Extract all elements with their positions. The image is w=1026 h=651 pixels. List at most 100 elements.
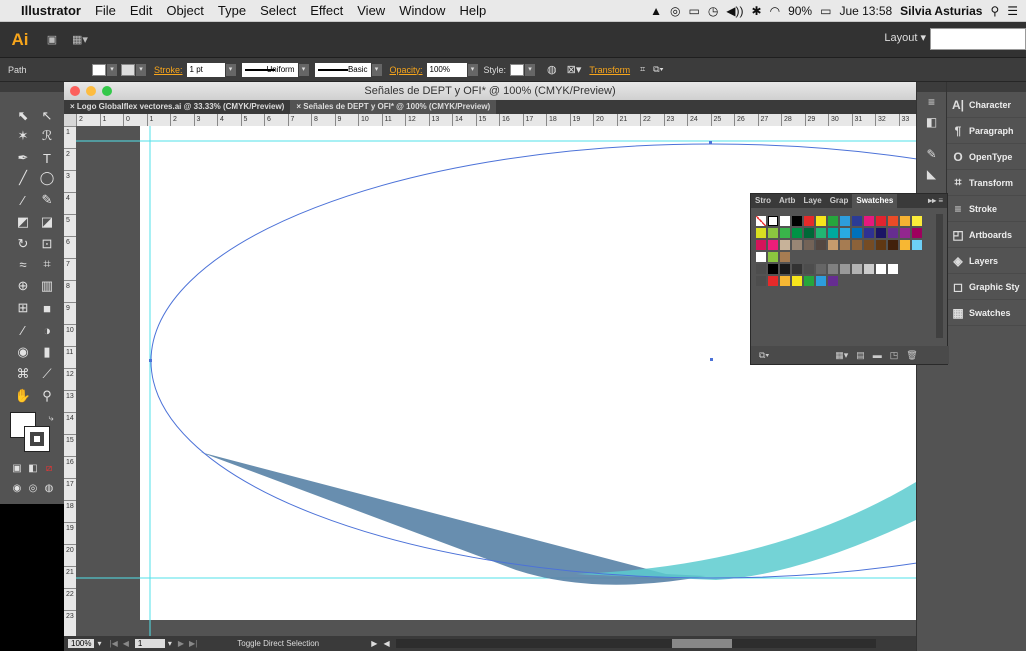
vertical-ruler[interactable]: 1 2 3 4 5 6 7 8 9 10 11 12 13 14 15 16 17 18 19 20 21 22 23 bbox=[64, 126, 76, 636]
zoom-window-button[interactable] bbox=[102, 86, 112, 96]
stroke-weight-field[interactable]: 1 pt bbox=[186, 62, 225, 77]
airdrop-icon[interactable]: ◎ bbox=[670, 4, 680, 18]
opacity-dropdown[interactable]: ▾ bbox=[467, 63, 478, 76]
align-icon[interactable]: ⊠▾ bbox=[567, 63, 582, 76]
search-input[interactable] bbox=[930, 28, 1026, 50]
pathfinder-panel-icon[interactable]: ◧ bbox=[917, 112, 946, 132]
color-swatch[interactable] bbox=[804, 228, 814, 238]
color-swatch[interactable] bbox=[876, 228, 886, 238]
color-swatch[interactable] bbox=[780, 240, 790, 250]
bluetooth-icon[interactable]: ✱ bbox=[752, 4, 762, 18]
brush-definition[interactable]: Basic bbox=[314, 62, 371, 77]
color-swatch[interactable] bbox=[792, 216, 802, 226]
bridge-icon[interactable]: ▣ bbox=[42, 32, 62, 48]
color-swatch[interactable] bbox=[756, 228, 766, 238]
status-menu-icon[interactable]: ▶ bbox=[371, 639, 377, 648]
battery-percent[interactable]: 90% bbox=[788, 4, 812, 18]
artboards-tab[interactable]: Artb bbox=[775, 194, 799, 208]
new-swatch-icon[interactable]: ◳ bbox=[890, 350, 899, 361]
menu-file[interactable]: File bbox=[88, 3, 123, 18]
shape-builder-tool-icon[interactable]: ⊕ bbox=[12, 276, 34, 296]
menu-view[interactable]: View bbox=[350, 3, 392, 18]
blend-tool-icon[interactable]: ◑ bbox=[36, 320, 58, 340]
color-swatch[interactable] bbox=[804, 216, 814, 226]
show-kinds-icon[interactable]: ▦▾ bbox=[835, 350, 848, 361]
zoom-dropdown-icon[interactable]: ▾ bbox=[97, 639, 101, 648]
magic-wand-tool-icon[interactable]: ✶ bbox=[12, 126, 34, 146]
horizontal-scrollbar[interactable] bbox=[395, 639, 876, 648]
minimize-window-button[interactable] bbox=[86, 86, 96, 96]
document-tab-active[interactable]: × Señales de DEPT y OFI* @ 100% (CMYK/Pr… bbox=[290, 100, 497, 114]
color-swatch[interactable] bbox=[840, 264, 850, 274]
color-swatch[interactable] bbox=[792, 228, 802, 238]
color-swatch[interactable] bbox=[864, 264, 874, 274]
time-machine-icon[interactable]: ◷ bbox=[708, 4, 718, 18]
color-swatch[interactable] bbox=[792, 264, 802, 274]
panels-header[interactable] bbox=[947, 82, 1026, 92]
first-artboard-icon[interactable]: |◀ bbox=[109, 639, 117, 648]
style-dropdown[interactable]: ▾ bbox=[525, 63, 536, 76]
swatch-options-icon[interactable]: ▤ bbox=[856, 350, 865, 361]
color-swatch[interactable] bbox=[768, 228, 778, 238]
wifi-icon[interactable]: ◠ bbox=[770, 4, 780, 18]
app-menu[interactable]: Illustrator bbox=[14, 3, 88, 18]
horizontal-ruler[interactable]: 2 1 0 1 2 3 4 5 6 7 8 9 10 11 12 13 14 15 16 17 18 19 20 21 22 23… bbox=[64, 114, 916, 126]
color-swatch[interactable] bbox=[780, 216, 790, 226]
eyedropper-tool-icon[interactable]: ⁄ bbox=[12, 320, 34, 340]
menu-object[interactable]: Object bbox=[159, 3, 211, 18]
new-color-group-icon[interactable]: ▬ bbox=[873, 350, 882, 360]
stroke-color-box[interactable] bbox=[24, 426, 50, 452]
perspective-grid-tool-icon[interactable]: ⊞ bbox=[12, 298, 34, 318]
paragraph-panel-button[interactable]: ¶ Paragraph bbox=[947, 118, 1026, 144]
stroke-panel-button[interactable]: ≡ Stroke bbox=[947, 196, 1026, 222]
color-swatch[interactable] bbox=[768, 240, 778, 250]
swap-fill-stroke-icon[interactable]: ⤷ bbox=[40, 408, 62, 428]
transform-link[interactable]: Transform bbox=[589, 65, 630, 75]
document-titlebar[interactable]: Señales de DEPT y OFI* @ 100% (CMYK/Prev… bbox=[64, 82, 916, 100]
align-panel-icon[interactable]: ≡ bbox=[917, 92, 946, 112]
horizontal-scroll-thumb[interactable] bbox=[671, 639, 732, 648]
swatches-panel-button[interactable]: ▦ Swatches bbox=[947, 300, 1026, 326]
pencil-tool-icon[interactable]: ✎ bbox=[36, 190, 58, 210]
color-swatch[interactable] bbox=[816, 216, 826, 226]
color-swatch[interactable] bbox=[792, 276, 802, 286]
status-tool-label[interactable]: Toggle Direct Selection bbox=[237, 639, 347, 648]
color-swatch[interactable] bbox=[912, 216, 922, 226]
color-swatch[interactable] bbox=[900, 228, 910, 238]
color-swatch[interactable] bbox=[756, 276, 766, 286]
dock-header[interactable] bbox=[917, 82, 946, 92]
color-swatch[interactable] bbox=[828, 276, 838, 286]
color-swatch[interactable] bbox=[780, 252, 790, 262]
color-swatch[interactable] bbox=[852, 228, 862, 238]
blob-brush-tool-icon[interactable]: ◩ bbox=[12, 212, 34, 232]
menu-window[interactable]: Window bbox=[392, 3, 452, 18]
airplay-icon[interactable]: ▭ bbox=[688, 4, 699, 18]
layers-tab[interactable]: Laye bbox=[799, 194, 825, 208]
color-swatch[interactable] bbox=[888, 264, 898, 274]
paintbrush-tool-icon[interactable]: ∕ bbox=[12, 190, 34, 210]
notification-center-icon[interactable]: ☰ bbox=[1007, 4, 1018, 18]
battery-icon[interactable]: ▭ bbox=[820, 4, 831, 18]
color-swatch[interactable] bbox=[864, 228, 874, 238]
color-swatch[interactable] bbox=[780, 276, 790, 286]
direct-selection-tool-icon[interactable]: ↖ bbox=[36, 106, 58, 126]
zoom-level-field[interactable]: 100% bbox=[68, 639, 95, 648]
selection-tool-icon[interactable]: ⬉ bbox=[12, 106, 34, 126]
character-panel-button[interactable]: A| Character bbox=[947, 92, 1026, 118]
isolate-icon[interactable]: ⌗ bbox=[640, 64, 645, 75]
color-swatch[interactable] bbox=[804, 276, 814, 286]
slice-tool-icon[interactable]: ⟋ bbox=[36, 364, 58, 384]
color-swatch[interactable] bbox=[840, 228, 850, 238]
color-swatch[interactable] bbox=[912, 240, 922, 250]
artboard-number-field[interactable]: 1 bbox=[134, 639, 165, 648]
delete-swatch-icon[interactable]: 🗑 bbox=[906, 350, 917, 361]
transform-panel-button[interactable]: ⌗ Transform bbox=[947, 170, 1026, 196]
color-swatch[interactable] bbox=[828, 216, 838, 226]
color-swatch[interactable] bbox=[864, 216, 874, 226]
color-swatch[interactable] bbox=[876, 216, 886, 226]
artboard-tool-icon[interactable]: ⌘ bbox=[12, 364, 34, 384]
center-point[interactable] bbox=[710, 358, 713, 361]
layers-panel-button[interactable]: ◈ Layers bbox=[947, 248, 1026, 274]
color-swatch[interactable] bbox=[768, 276, 778, 286]
opentype-panel-button[interactable]: O OpenType bbox=[947, 144, 1026, 170]
